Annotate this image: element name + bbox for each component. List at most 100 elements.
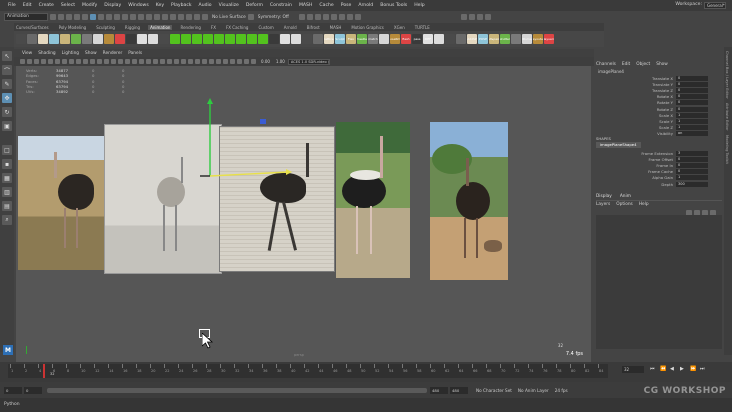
- shelf-button[interactable]: [49, 34, 59, 44]
- channel-name[interactable]: Rotate Y: [596, 100, 676, 105]
- command-line[interactable]: Python: [0, 398, 732, 412]
- shelf-button[interactable]: [379, 34, 389, 44]
- go-to-start-icon[interactable]: ⏮: [650, 366, 655, 372]
- shelf-button[interactable]: [16, 34, 26, 44]
- menu-select[interactable]: Select: [61, 3, 75, 8]
- viewport-tool-icon[interactable]: [76, 59, 81, 64]
- shelf-button[interactable]: flash: [401, 34, 411, 44]
- shelf-button[interactable]: [434, 34, 444, 44]
- end-time-field[interactable]: 480: [450, 386, 468, 394]
- range-slider-bar[interactable]: [47, 387, 427, 393]
- outliner-pane-icon[interactable]: ▤: [2, 201, 12, 211]
- viewport-tool-icon[interactable]: [125, 59, 130, 64]
- command-language-label[interactable]: Python: [4, 402, 20, 407]
- channel-row[interactable]: Scale Z1: [596, 125, 714, 131]
- arnold-ipr-icon[interactable]: [354, 14, 361, 20]
- shelf-tab-arnold[interactable]: Arnold: [282, 25, 299, 30]
- channel-value[interactable]: 0: [676, 156, 708, 162]
- shelf-button[interactable]: [93, 34, 103, 44]
- channel-name[interactable]: Scale Y: [596, 119, 676, 124]
- shelf-button[interactable]: [126, 34, 136, 44]
- symmetry-icon[interactable]: [247, 14, 254, 20]
- menu-windows[interactable]: Windows: [128, 3, 149, 8]
- play-forward-icon[interactable]: ▶: [680, 366, 684, 372]
- viewport-tool-icon[interactable]: [223, 59, 228, 64]
- symmetry-label[interactable]: Symmetry: Off: [258, 15, 289, 20]
- shelf-button[interactable]: [511, 34, 521, 44]
- menu-cache[interactable]: Cache: [319, 3, 333, 8]
- viewport-tool-icon[interactable]: [167, 59, 172, 64]
- menu-display[interactable]: Display: [104, 3, 121, 8]
- channel-name[interactable]: Frame In: [596, 163, 676, 168]
- shelf-tab-fx[interactable]: FX: [209, 25, 218, 30]
- menu-bonus-tools[interactable]: Bonus Tools: [380, 3, 407, 8]
- channel-name[interactable]: Translate X: [596, 76, 676, 81]
- colorspace-dropdown[interactable]: ACES 1.0 SDR-video (sRGB): [287, 58, 330, 65]
- viewport-tool-icon[interactable]: [62, 59, 67, 64]
- viewport-tool-icon[interactable]: [118, 59, 123, 64]
- channel-row[interactable]: Translate Z0: [596, 87, 714, 93]
- menu-playback[interactable]: Playback: [171, 3, 192, 8]
- shelf-tab-animation[interactable]: Animation: [148, 24, 173, 30]
- go-to-end-icon[interactable]: ⏭: [700, 366, 705, 372]
- pick-deform-icon[interactable]: [146, 14, 152, 20]
- side-tab-channel-box[interactable]: Channel Box / Layer Editor: [725, 51, 729, 99]
- menu-set-dropdown[interactable]: Animation: [4, 13, 48, 21]
- select-tool-icon[interactable]: ↖: [2, 51, 12, 61]
- cb-menu-edit[interactable]: Edit: [622, 62, 630, 67]
- channel-name[interactable]: Frame Cache: [596, 169, 676, 174]
- shelf-button[interactable]: [115, 34, 125, 44]
- render-settings-icon[interactable]: [330, 14, 337, 20]
- viewport-tool-icon[interactable]: [139, 59, 144, 64]
- move-manipulator[interactable]: [196, 96, 296, 216]
- shelf-button[interactable]: cut&paste: [489, 34, 499, 44]
- channel-value[interactable]: 0: [676, 106, 708, 112]
- viewport-tool-icon[interactable]: [202, 59, 207, 64]
- layer-menu-layers[interactable]: Layers: [596, 202, 610, 207]
- channel-value[interactable]: 0: [676, 100, 708, 106]
- selected-node-name[interactable]: imagePlane4: [598, 69, 624, 74]
- channel-value[interactable]: 1: [676, 175, 708, 181]
- vp-menu-shading[interactable]: Shading: [38, 51, 55, 56]
- shelf-tab-sculpting[interactable]: Sculpting: [94, 25, 117, 30]
- paint-select-icon[interactable]: ✎: [2, 79, 12, 89]
- shelf-tab-fx-caching[interactable]: FX Caching: [224, 25, 250, 30]
- channel-name[interactable]: Rotate Z: [596, 107, 676, 112]
- menu-create[interactable]: Create: [39, 3, 54, 8]
- playback-start-field[interactable]: 0: [24, 386, 42, 394]
- shelf-button[interactable]: [247, 34, 257, 44]
- persp-viewport[interactable]: Verts: 34877 0 0 Edges: 99643 0 0 Faces: 63794 0 0 T…: [16, 66, 591, 362]
- viewport-tool-icon[interactable]: [230, 59, 235, 64]
- vp-menu-panels[interactable]: Panels: [128, 51, 142, 56]
- shelf-tab-rendering[interactable]: Rendering: [178, 25, 202, 30]
- channel-value[interactable]: 1: [676, 118, 708, 124]
- channel-row[interactable]: Scale X1: [596, 112, 714, 118]
- shelf-button[interactable]: [203, 34, 213, 44]
- shelf-button[interactable]: DDsmap: [522, 34, 532, 44]
- shelf-button[interactable]: [181, 34, 191, 44]
- pick-dynamics-icon[interactable]: [154, 14, 160, 20]
- viewport-tool-icon[interactable]: [104, 59, 109, 64]
- channel-name[interactable]: Frame Extension: [596, 151, 676, 156]
- channel-row[interactable]: Frame In 0: [596, 162, 714, 168]
- channel-row[interactable]: Translate Y0: [596, 81, 714, 87]
- shelf-button[interactable]: [60, 34, 70, 44]
- channel-value[interactable]: 0: [676, 81, 708, 87]
- shelf-button[interactable]: [236, 34, 246, 44]
- channel-row[interactable]: Scale Y1: [596, 118, 714, 124]
- layer-menu-options[interactable]: Options: [616, 202, 633, 207]
- gamma-value[interactable]: 1.00: [276, 59, 285, 64]
- start-time-field[interactable]: 0: [4, 386, 22, 394]
- scale-tool-icon[interactable]: ▣: [2, 121, 12, 131]
- channel-value[interactable]: 300: [676, 181, 708, 187]
- shelf-button[interactable]: poseRmr: [390, 34, 400, 44]
- toggle-layout-icon[interactable]: [460, 14, 467, 20]
- channel-name[interactable]: Frame Offset: [596, 157, 676, 162]
- shelf-button[interactable]: [214, 34, 224, 44]
- channel-value[interactable]: on: [676, 131, 708, 137]
- channel-value[interactable]: 0: [676, 87, 708, 93]
- folder-icon[interactable]: [50, 14, 56, 20]
- viewport-tool-icon[interactable]: [55, 59, 60, 64]
- shelf-tab-rigging[interactable]: Rigging: [123, 25, 142, 30]
- cb-menu-show[interactable]: Show: [656, 62, 668, 67]
